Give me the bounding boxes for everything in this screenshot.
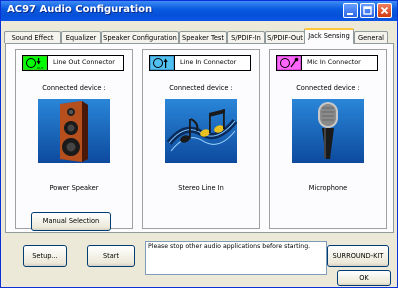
- minimize-icon: [347, 13, 353, 15]
- mic-in-connector: Mic In Connector: [276, 55, 378, 71]
- tab-general[interactable]: General: [354, 31, 388, 43]
- line-in-connector: Line In Connector: [149, 55, 251, 71]
- tab-spdif-out[interactable]: S/PDIF-Out: [265, 31, 305, 43]
- maximize-icon: [363, 6, 372, 15]
- manual-selection-button[interactable]: Manual Selection: [31, 212, 111, 231]
- tab-spdif-in[interactable]: S/PDIF-In: [227, 31, 265, 43]
- line-in-device-label: Stereo Line In: [178, 184, 224, 192]
- maximize-button[interactable]: [360, 3, 375, 18]
- mic-in-box: Mic In Connector Connected device : Micr…: [269, 49, 387, 229]
- tab-bar: Sound Effect Equalizer Speaker Configura…: [4, 28, 396, 44]
- mic-in-device-label: Microphone: [308, 184, 348, 192]
- setup-button[interactable]: Setup...: [23, 245, 67, 267]
- close-icon: [380, 6, 389, 15]
- line-out-jack-icon: OUT: [22, 55, 48, 71]
- line-out-device-label: Power Speaker: [49, 184, 99, 192]
- line-in-connected-label: Connected device :: [169, 84, 233, 92]
- line-out-connected-label: Connected device :: [42, 84, 106, 92]
- line-out-connector-label: Line Out Connector: [53, 58, 115, 66]
- mic-jack-icon: [276, 55, 302, 71]
- out-badge: OUT: [37, 66, 44, 70]
- start-button[interactable]: Start: [87, 245, 135, 267]
- ok-button[interactable]: OK: [337, 270, 391, 286]
- speaker-icon: [38, 99, 110, 163]
- microphone-icon: [292, 99, 364, 163]
- tab-speaker-test[interactable]: Speaker Test: [179, 31, 227, 43]
- tab-sound-effect[interactable]: Sound Effect: [4, 31, 61, 43]
- tab-equalizer[interactable]: Equalizer: [61, 31, 101, 43]
- tab-jack-sensing[interactable]: Jack Sensing: [304, 28, 354, 44]
- line-out-box: OUT Line Out Connector Connected device …: [15, 49, 133, 231]
- title-bar[interactable]: AC97 Audio Configuration: [1, 1, 397, 21]
- minimize-button[interactable]: [343, 3, 358, 18]
- window-title: AC97 Audio Configuration: [7, 4, 153, 15]
- music-notes-icon: [165, 99, 238, 163]
- close-button[interactable]: [377, 3, 392, 18]
- mic-in-connected-label: Connected device :: [296, 84, 360, 92]
- ac97-config-window: AC97 Audio Configuration Sound Effect Eq…: [0, 0, 398, 288]
- surround-kit-button[interactable]: SURROUND-KIT: [327, 245, 389, 267]
- mic-in-connector-label: Mic In Connector: [307, 58, 361, 66]
- line-in-jack-icon: [149, 55, 175, 71]
- tab-speaker-configuration[interactable]: Speaker Configuration: [101, 31, 179, 43]
- line-in-box: Line In Connector Connected device : Ste…: [142, 49, 260, 229]
- status-message: Please stop other audio applications bef…: [145, 241, 327, 275]
- line-in-connector-label: Line In Connector: [180, 58, 237, 66]
- jack-sensing-panel: OUT Line Out Connector Connected device …: [5, 43, 394, 233]
- line-out-connector: OUT Line Out Connector: [22, 55, 124, 71]
